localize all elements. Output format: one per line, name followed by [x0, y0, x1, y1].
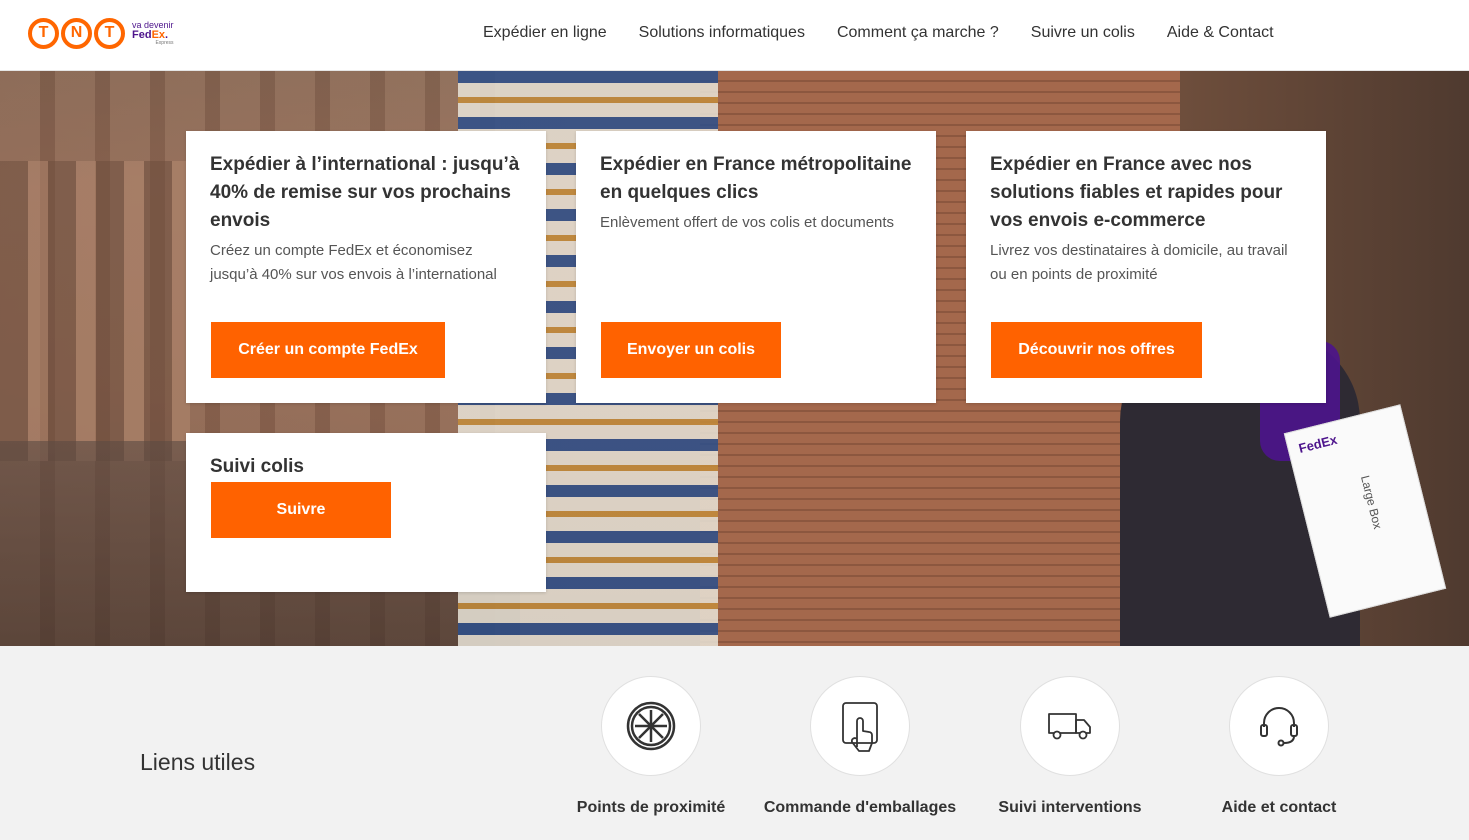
nav-expedier-en-ligne[interactable]: Expédier en ligne	[483, 24, 607, 42]
link-aide-contact[interactable]: Aide et contact	[1179, 676, 1379, 821]
hero-bg-arches	[0, 161, 190, 461]
tnt-logo-letter-t: T	[28, 17, 59, 49]
fedex-sub: Express	[155, 39, 174, 46]
track-button[interactable]: Suivre	[211, 482, 391, 538]
tnt-logo-letter-t2: T	[94, 17, 125, 49]
useful-links-heading: Liens utiles	[140, 749, 256, 775]
card-title: Expédier à l’international : jusqu’à 40%…	[210, 154, 520, 231]
discover-offers-button[interactable]: Découvrir nos offres	[991, 322, 1202, 378]
useful-links-section: Liens utiles Points de proximité Command…	[0, 646, 1469, 840]
tnt-logo: T N T	[28, 17, 125, 49]
tnt-fedex-logo[interactable]: T N T va devenir FedEx. Express	[28, 14, 178, 52]
globe-icon[interactable]	[601, 676, 701, 776]
card-text: Créez un compte FedEx et économisez jusq…	[210, 242, 497, 283]
headset-icon[interactable]	[1229, 676, 1329, 776]
link-commande-emballages[interactable]: Commande d'emballages	[760, 676, 960, 821]
card-title: Expédier en France avec nos solutions fi…	[990, 154, 1283, 231]
link-suivi-interventions[interactable]: Suivi interventions	[970, 676, 1170, 821]
fedex-logo: FedEx.	[132, 28, 169, 41]
touch-tablet-icon[interactable]	[810, 676, 910, 776]
nav-solutions-informatiques[interactable]: Solutions informatiques	[639, 24, 805, 42]
card-ecommerce: Expédier en France avec nos solutions fi…	[966, 131, 1326, 403]
site-header: T N T va devenir FedEx. Express Expédier…	[0, 0, 1469, 71]
card-text: Livrez vos destinataires à domicile, au …	[990, 242, 1288, 283]
parcel-box-brand: FedEx	[1297, 431, 1339, 456]
fedex-tagline: va devenir FedEx. Express	[132, 20, 174, 46]
card-text: Enlèvement offert de vos colis et docume…	[600, 214, 895, 231]
card-france-metropolitaine: Expédier en France métropolitaine en que…	[576, 131, 936, 403]
nav-suivre-un-colis[interactable]: Suivre un colis	[1031, 24, 1135, 42]
send-parcel-button[interactable]: Envoyer un colis	[601, 322, 781, 378]
truck-icon[interactable]	[1020, 676, 1120, 776]
create-fedex-account-button[interactable]: Créer un compte FedEx	[211, 322, 445, 378]
link-label: Aide et contact	[1221, 799, 1337, 816]
card-title: Suivi colis	[210, 456, 304, 477]
nav-comment-ca-marche[interactable]: Comment ça marche ?	[837, 24, 999, 42]
main-nav: Expédier en ligne Solutions informatique…	[483, 24, 1274, 42]
link-label: Commande d'emballages	[763, 799, 957, 816]
link-points-proximite[interactable]: Points de proximité	[551, 676, 751, 821]
tnt-logo-letter-n: N	[61, 17, 92, 49]
card-title: Expédier en France métropolitaine en que…	[600, 154, 912, 203]
link-label: Points de proximité	[576, 799, 726, 816]
card-international: Expédier à l’international : jusqu’à 40%…	[186, 131, 546, 403]
nav-aide-contact[interactable]: Aide & Contact	[1167, 24, 1274, 42]
card-tracking: Suivi colis Suivre	[186, 433, 546, 592]
parcel-box-label: Large Box	[1358, 473, 1385, 531]
link-label: Suivi interventions	[998, 799, 1142, 816]
